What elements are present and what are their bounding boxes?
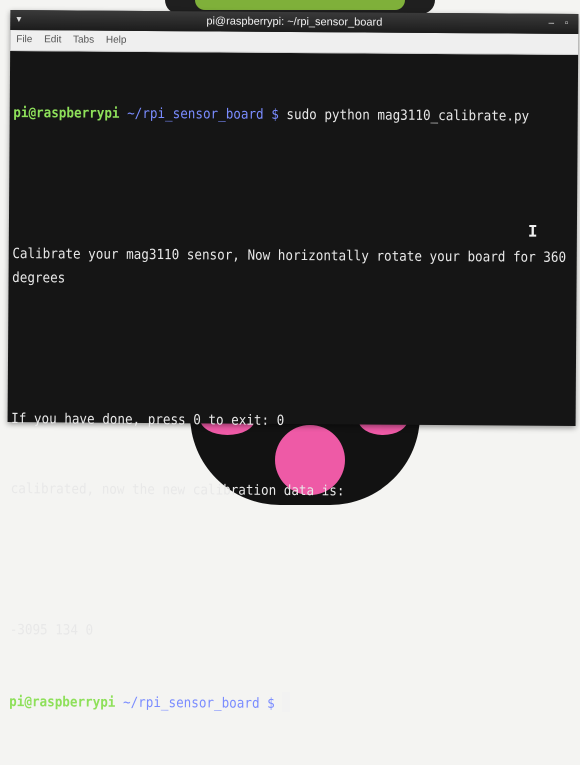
menu-edit[interactable]: Edit [44,34,61,45]
window-title: pi@raspberrypi: ~/rpi_sensor_board [206,15,383,29]
output-exit-prompt: If you have done, press 0 to exit: 0 [11,410,285,429]
menu-file[interactable]: File [16,34,32,45]
menu-help[interactable]: Help [106,35,127,46]
terminal-icon: ▾ [16,14,22,26]
prompt-user: pi@raspberrypi [9,693,116,711]
prompt-path: ~/rpi_sensor_board $ [119,105,287,123]
output-calibrate: Calibrate your mag3110 sensor, Now horiz… [12,246,574,286]
output-calibrated: calibrated, now the new calibration data… [10,481,345,500]
window-controls[interactable]: – ▫ [548,14,572,34]
text-cursor-icon: I [527,221,538,241]
terminal-output[interactable]: pi@raspberrypi ~/rpi_sensor_board $ sudo… [5,51,577,765]
menu-tabs[interactable]: Tabs [73,34,94,45]
prompt-user: pi@raspberrypi [13,105,120,122]
command-text: sudo python mag3110_calibrate.py [286,106,530,125]
prompt-line[interactable]: pi@raspberrypi ~/rpi_sensor_board $ [9,690,567,718]
block-cursor [282,691,291,712]
prompt-path: ~/rpi_sensor_board $ [115,694,283,712]
command-line: pi@raspberrypi ~/rpi_sensor_board $ sudo… [13,102,571,129]
output-calibration-data: -3095 134 0 [9,622,94,639]
terminal-window[interactable]: ▾ pi@raspberrypi: ~/rpi_sensor_board – ▫… [7,10,579,712]
title-bar[interactable]: ▾ pi@raspberrypi: ~/rpi_sensor_board – ▫ [10,10,579,34]
